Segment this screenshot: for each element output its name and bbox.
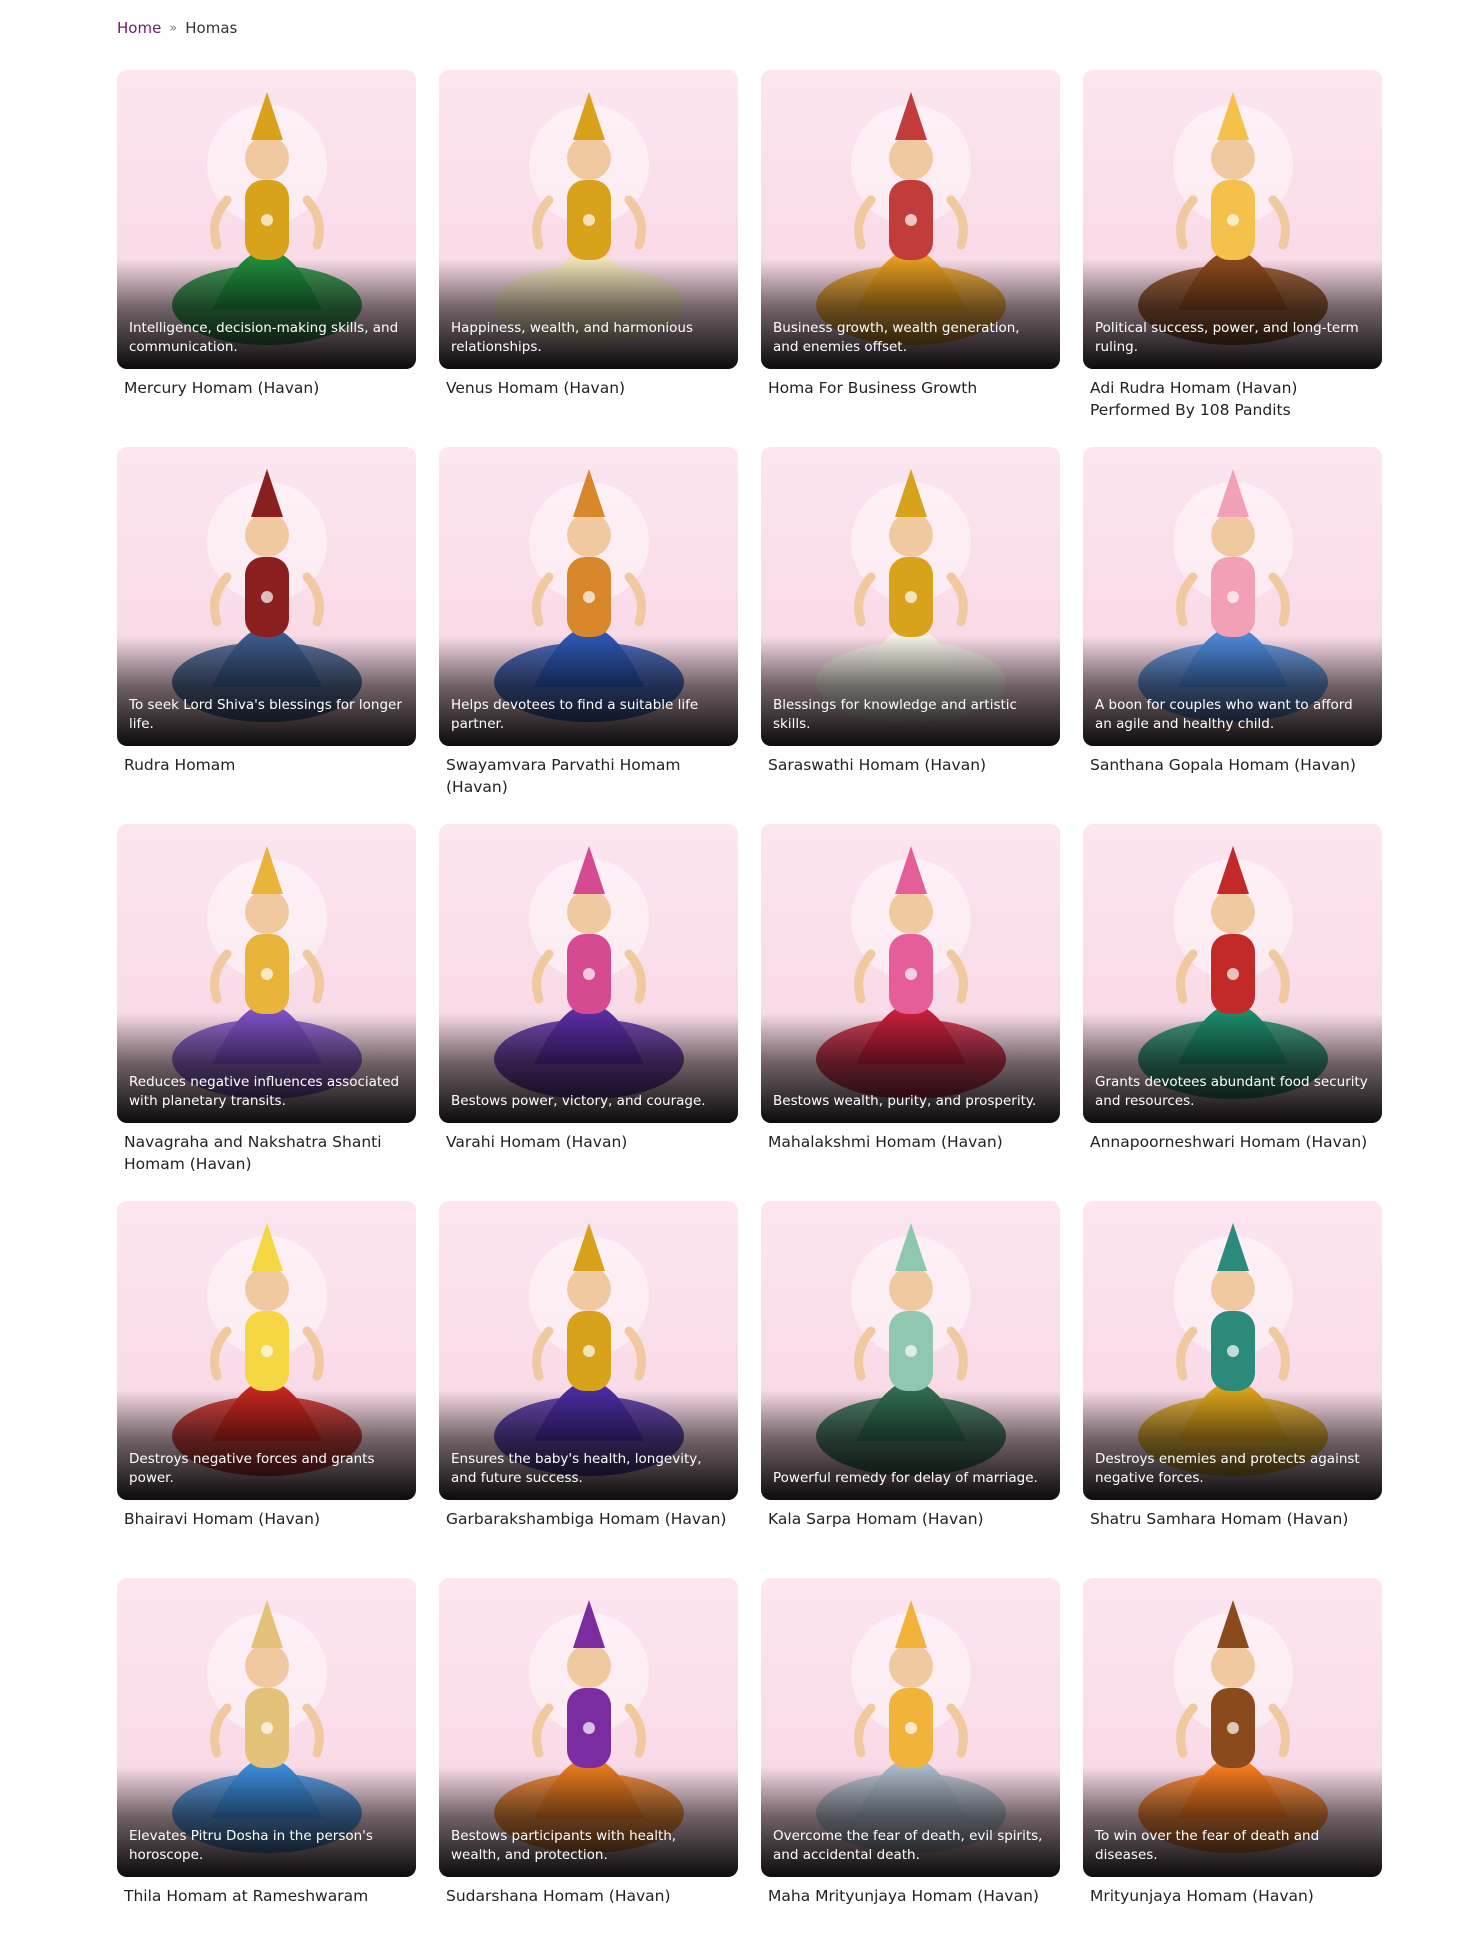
homam-card[interactable]: Happiness, wealth, and harmonious relati… — [439, 70, 738, 447]
homam-card-title[interactable]: Kala Sarpa Homam (Havan) — [768, 1508, 1054, 1530]
homam-card-image[interactable]: Destroys enemies and protects against ne… — [1083, 1201, 1382, 1500]
homam-card-title[interactable]: Swayamvara Parvathi Homam (Havan) — [446, 754, 732, 798]
breadcrumb-home-link[interactable]: Home — [117, 19, 161, 37]
homam-card-image[interactable]: Powerful remedy for delay of marriage. — [761, 1201, 1060, 1500]
homam-card-caption: Bestows participants with health, wealth… — [451, 1828, 677, 1863]
homam-card-image[interactable]: Destroys negative forces and grants powe… — [117, 1201, 416, 1500]
breadcrumb-current: Homas — [185, 19, 238, 37]
homam-card-title[interactable]: Navagraha and Nakshatra Shanti Homam (Ha… — [124, 1131, 410, 1175]
homam-card[interactable]: Overcome the fear of death, evil spirits… — [761, 1578, 1060, 1955]
homam-card-title[interactable]: Mrityunjaya Homam (Havan) — [1090, 1885, 1376, 1907]
homam-card-image[interactable]: A boon for couples who want to afford an… — [1083, 447, 1382, 746]
homam-card[interactable]: To seek Lord Shiva's blessings for longe… — [117, 447, 416, 824]
homam-card-title[interactable]: Mercury Homam (Havan) — [124, 377, 410, 399]
homam-card-image[interactable]: Overcome the fear of death, evil spirits… — [761, 1578, 1060, 1877]
homam-card-caption: Blessings for knowledge and artistic ski… — [773, 697, 1017, 732]
homam-card[interactable]: Destroys enemies and protects against ne… — [1083, 1201, 1382, 1578]
homam-card-title[interactable]: Venus Homam (Havan) — [446, 377, 732, 399]
breadcrumb: Home » Homas — [117, 19, 237, 37]
homam-card-caption: Business growth, wealth generation, and … — [773, 320, 1020, 355]
homam-card-caption: Destroys negative forces and grants powe… — [129, 1451, 375, 1486]
homam-card[interactable]: Bestows participants with health, wealth… — [439, 1578, 738, 1955]
homam-card[interactable]: Intelligence, decision-making skills, an… — [117, 70, 416, 447]
homam-card-caption: Bestows power, victory, and courage. — [451, 1093, 706, 1109]
homam-card[interactable]: Political success, power, and long-term … — [1083, 70, 1382, 447]
homam-card-caption: Political success, power, and long-term … — [1095, 320, 1359, 355]
homam-card[interactable]: Helps devotees to find a suitable life p… — [439, 447, 738, 824]
homam-card[interactable]: A boon for couples who want to afford an… — [1083, 447, 1382, 824]
homam-card[interactable]: Grants devotees abundant food security a… — [1083, 824, 1382, 1201]
homam-card-caption: Bestows wealth, purity, and prosperity. — [773, 1093, 1037, 1109]
homam-card[interactable]: Blessings for knowledge and artistic ski… — [761, 447, 1060, 824]
homam-card-image[interactable]: To seek Lord Shiva's blessings for longe… — [117, 447, 416, 746]
homam-card-caption: Reduces negative influences associated w… — [129, 1074, 400, 1109]
homam-card-caption: Elevates Pitru Dosha in the person's hor… — [129, 1828, 373, 1863]
homam-card-image[interactable]: Bestows wealth, purity, and prosperity. — [761, 824, 1060, 1123]
homam-card-image[interactable]: Helps devotees to find a suitable life p… — [439, 447, 738, 746]
homam-card[interactable]: Bestows power, victory, and courage. Vara… — [439, 824, 738, 1201]
homam-card-image[interactable]: Intelligence, decision-making skills, an… — [117, 70, 416, 369]
homam-card-image[interactable]: Political success, power, and long-term … — [1083, 70, 1382, 369]
homam-card-title[interactable]: Adi Rudra Homam (Havan) Performed By 108… — [1090, 377, 1376, 421]
homam-card-image[interactable]: Elevates Pitru Dosha in the person's hor… — [117, 1578, 416, 1877]
homam-card-title[interactable]: Sudarshana Homam (Havan) — [446, 1885, 732, 1907]
homam-card-title[interactable]: Rudra Homam — [124, 754, 410, 776]
homam-card-caption: To seek Lord Shiva's blessings for longe… — [129, 697, 402, 732]
homam-card-image[interactable]: Reduces negative influences associated w… — [117, 824, 416, 1123]
homam-card-caption: Helps devotees to find a suitable life p… — [451, 697, 699, 732]
homam-card-title[interactable]: Mahalakshmi Homam (Havan) — [768, 1131, 1054, 1153]
homam-card-caption: A boon for couples who want to afford an… — [1095, 697, 1353, 732]
homam-card-caption: Overcome the fear of death, evil spirits… — [773, 1828, 1043, 1863]
homam-card[interactable]: Destroys negative forces and grants powe… — [117, 1201, 416, 1578]
homam-grid: Intelligence, decision-making skills, an… — [117, 70, 1383, 1955]
homam-card[interactable]: Reduces negative influences associated w… — [117, 824, 416, 1201]
homam-card[interactable]: Powerful remedy for delay of marriage. Ka… — [761, 1201, 1060, 1578]
homam-card[interactable]: Business growth, wealth generation, and … — [761, 70, 1060, 447]
homam-card-caption: Ensures the baby's health, longevity, an… — [451, 1451, 702, 1486]
homam-card[interactable]: To win over the fear of death and diseas… — [1083, 1578, 1382, 1955]
homam-card-caption: Destroys enemies and protects against ne… — [1095, 1451, 1360, 1486]
homam-card[interactable]: Ensures the baby's health, longevity, an… — [439, 1201, 738, 1578]
homam-card-caption: Grants devotees abundant food security a… — [1095, 1074, 1368, 1109]
homam-card-image[interactable]: Grants devotees abundant food security a… — [1083, 824, 1382, 1123]
homam-card-title[interactable]: Annapoorneshwari Homam (Havan) — [1090, 1131, 1376, 1153]
homam-card-image[interactable]: Bestows power, victory, and courage. — [439, 824, 738, 1123]
homam-card[interactable]: Bestows wealth, purity, and prosperity. M… — [761, 824, 1060, 1201]
homam-card-title[interactable]: Homa For Business Growth — [768, 377, 1054, 399]
homam-card-title[interactable]: Maha Mrityunjaya Homam (Havan) — [768, 1885, 1054, 1907]
homam-card-caption: Powerful remedy for delay of marriage. — [773, 1470, 1038, 1486]
homam-card-caption: Intelligence, decision-making skills, an… — [129, 320, 399, 355]
homam-card-image[interactable]: To win over the fear of death and diseas… — [1083, 1578, 1382, 1877]
homam-card-title[interactable]: Garbarakshambiga Homam (Havan) — [446, 1508, 732, 1530]
homam-card-title[interactable]: Shatru Samhara Homam (Havan) — [1090, 1508, 1376, 1530]
breadcrumb-separator: » — [169, 20, 178, 36]
homam-card-caption: Happiness, wealth, and harmonious relati… — [451, 320, 694, 355]
homam-card-caption: To win over the fear of death and diseas… — [1095, 1828, 1320, 1863]
homam-card-title[interactable]: Saraswathi Homam (Havan) — [768, 754, 1054, 776]
homam-card-title[interactable]: Santhana Gopala Homam (Havan) — [1090, 754, 1376, 776]
homam-card-title[interactable]: Bhairavi Homam (Havan) — [124, 1508, 410, 1530]
homam-card-image[interactable]: Ensures the baby's health, longevity, an… — [439, 1201, 738, 1500]
homam-card-title[interactable]: Thila Homam at Rameshwaram — [124, 1885, 410, 1907]
homam-card-title[interactable]: Varahi Homam (Havan) — [446, 1131, 732, 1153]
homam-card-image[interactable]: Bestows participants with health, wealth… — [439, 1578, 738, 1877]
homam-card[interactable]: Elevates Pitru Dosha in the person's hor… — [117, 1578, 416, 1955]
homam-card-image[interactable]: Happiness, wealth, and harmonious relati… — [439, 70, 738, 369]
homam-card-image[interactable]: Blessings for knowledge and artistic ski… — [761, 447, 1060, 746]
homam-card-image[interactable]: Business growth, wealth generation, and … — [761, 70, 1060, 369]
